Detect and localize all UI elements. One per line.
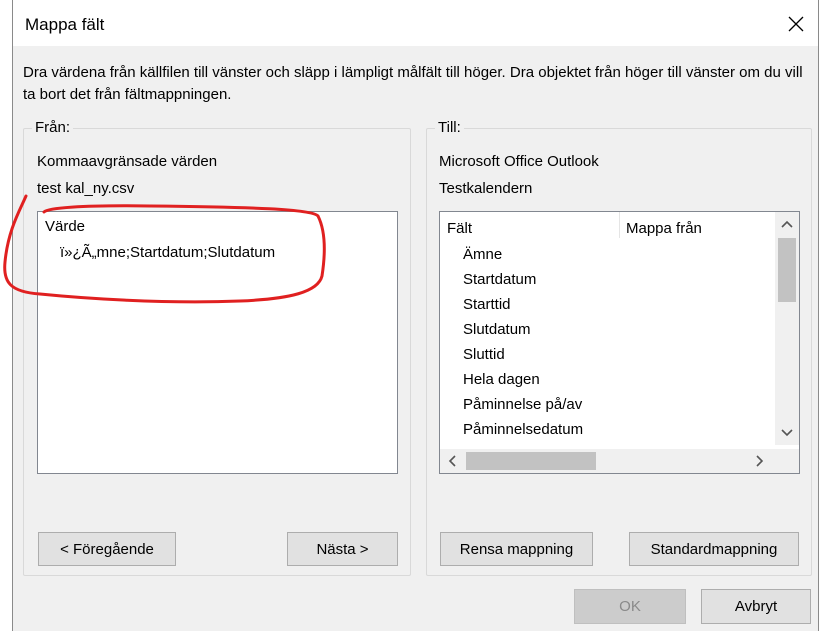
target-app-text: Microsoft Office Outlook (439, 153, 599, 170)
close-icon (788, 16, 804, 32)
close-button[interactable] (780, 8, 812, 40)
target-fields-list[interactable]: Fält Mappa från Ämne Startdatum Starttid… (439, 211, 800, 474)
mappa-falt-dialog: Mappa fält Dra värdena från källfilen ti… (12, 0, 819, 631)
ok-button[interactable]: OK (574, 589, 686, 624)
target-folder-text: Testkalendern (439, 180, 533, 197)
scroll-corner (775, 449, 799, 473)
chevron-right-icon[interactable] (750, 452, 768, 470)
column-separator (619, 212, 620, 238)
vertical-scroll-thumb[interactable] (778, 238, 796, 302)
horizontal-scrollbar[interactable] (440, 449, 775, 473)
to-group-label: Till: (435, 119, 464, 136)
cancel-button[interactable]: Avbryt (701, 589, 811, 624)
default-mapping-button[interactable]: Standardmappning (629, 532, 799, 566)
vertical-scrollbar[interactable] (775, 212, 799, 445)
next-button[interactable]: Nästa > (287, 532, 398, 566)
field-item-paminnelsedatum[interactable]: Påminnelsedatum (463, 421, 583, 438)
field-item-paminnelse[interactable]: Påminnelse på/av (463, 396, 582, 413)
source-type-text: Kommaavgränsade värden (37, 153, 218, 170)
field-item-slutdatum[interactable]: Slutdatum (463, 321, 531, 338)
title-bar: Mappa fält (13, 0, 818, 46)
from-group-label: Från: (32, 119, 74, 136)
previous-button[interactable]: < Föregående (38, 532, 176, 566)
chevron-left-icon[interactable] (444, 452, 462, 470)
horizontal-scroll-thumb[interactable] (466, 452, 596, 470)
source-values-list[interactable]: Värde ï»¿Ã„mne;Startdatum;Slutdatum (37, 211, 398, 474)
instructions-text: Dra värdena från källfilen till vänster … (23, 64, 803, 103)
source-file-name: test kal_ny.csv (37, 180, 135, 197)
clear-mapping-button[interactable]: Rensa mappning (440, 532, 593, 566)
to-group: Till: Microsoft Office Outlook Testkalen… (426, 119, 812, 576)
from-group: Från: Kommaavgränsade värden test kal_ny… (23, 119, 411, 576)
field-item-hela-dagen[interactable]: Hela dagen (463, 371, 540, 388)
field-item-starttid[interactable]: Starttid (463, 296, 511, 313)
source-list-header: Värde (45, 218, 86, 235)
field-item-sluttid[interactable]: Sluttid (463, 346, 505, 363)
chevron-up-icon[interactable] (778, 216, 796, 234)
column-header-mappa-fran[interactable]: Mappa från (626, 220, 702, 237)
dialog-title: Mappa fält (25, 15, 105, 34)
field-item-amne[interactable]: Ämne (463, 246, 502, 263)
chevron-down-icon[interactable] (778, 423, 796, 441)
field-item-startdatum[interactable]: Startdatum (463, 271, 536, 288)
column-header-falt[interactable]: Fält (447, 220, 472, 237)
source-list-item[interactable]: ï»¿Ã„mne;Startdatum;Slutdatum (60, 244, 275, 261)
